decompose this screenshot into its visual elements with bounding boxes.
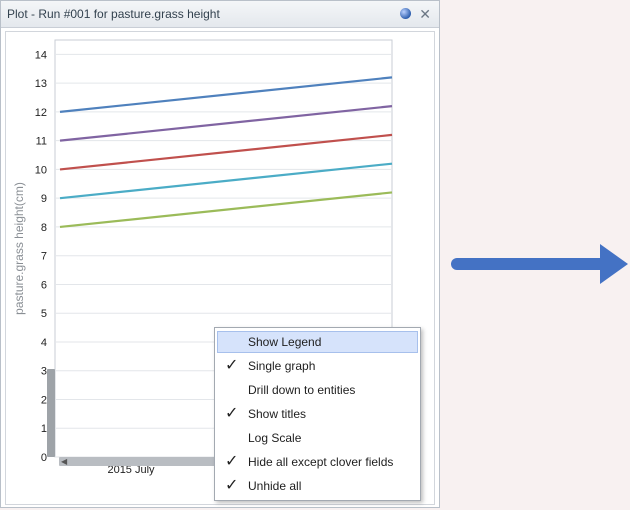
checkmark-icon: ✓ [225, 357, 239, 374]
close-icon[interactable]: ✕ [419, 1, 431, 27]
y-tick-label: 5 [41, 308, 47, 320]
y-tick-label: 6 [41, 279, 47, 291]
y-tick-label: 14 [35, 49, 47, 61]
menu-item-label: Log Scale [248, 431, 302, 445]
menu-item-single-graph[interactable]: ✓ Single graph [217, 355, 418, 377]
pin-icon[interactable] [400, 8, 411, 19]
panel-title: Plot - Run #001 for pasture.grass height [7, 7, 220, 21]
y-tick-label: 7 [41, 251, 47, 263]
y-tick-label: 13 [35, 78, 47, 90]
context-menu: Show Legend ✓ Single graph Drill down to en… [214, 327, 421, 501]
scroll-left-icon[interactable]: ◀ [61, 457, 67, 466]
y-tick-label: 11 [36, 136, 47, 148]
menu-item-show-titles[interactable]: ✓ Show titles [217, 403, 418, 425]
y-tick-label: 4 [41, 337, 47, 349]
panel-title-bar[interactable]: Plot - Run #001 for pasture.grass height… [1, 1, 439, 28]
menu-item-label: Drill down to entities [248, 383, 356, 397]
checkmark-icon: ✓ [225, 477, 239, 494]
y-tick-label: 9 [41, 193, 47, 205]
menu-item-label: Single graph [248, 359, 316, 373]
y-tick-label: 12 [35, 107, 47, 119]
menu-item-label: Show titles [248, 407, 307, 421]
vertical-scrollbar[interactable] [47, 369, 55, 457]
menu-item-log-scale[interactable]: Log Scale [217, 427, 418, 449]
menu-item-label: Show Legend [248, 335, 322, 349]
menu-item-label: Hide all except clover fields [248, 455, 394, 469]
menu-item-hide-all-except-clover-fields[interactable]: ✓ Hide all except clover fields [217, 451, 418, 473]
arrow-shaft [451, 258, 605, 270]
checkmark-icon: ✓ [225, 405, 239, 422]
menu-item-unhide-all[interactable]: ✓ Unhide all [217, 475, 418, 497]
y-tick-label: 8 [41, 222, 47, 234]
checkmark-icon: ✓ [225, 453, 239, 470]
y-tick-label: 10 [35, 164, 47, 176]
arrow-head [600, 244, 628, 284]
y-axis-label: pasture.grass height(cm) [12, 182, 26, 315]
horizontal-scrollbar[interactable] [59, 457, 219, 466]
menu-item-show-legend[interactable]: Show Legend [217, 331, 418, 353]
menu-item-label: Unhide all [248, 479, 302, 493]
plot-panel: Plot - Run #001 for pasture.grass height… [0, 0, 440, 508]
menu-item-drill-down-to-entities[interactable]: Drill down to entities [217, 379, 418, 401]
